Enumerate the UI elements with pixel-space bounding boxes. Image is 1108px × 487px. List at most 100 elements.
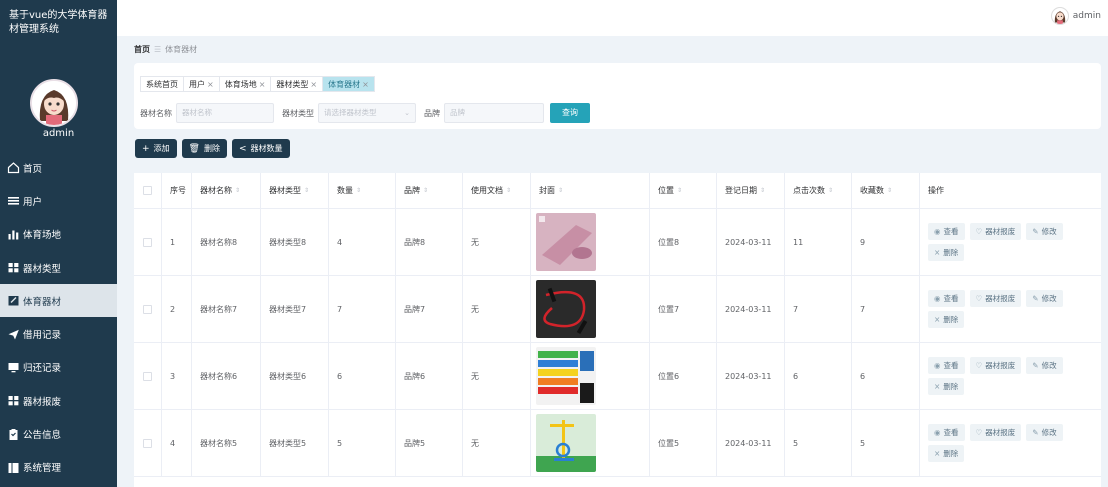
cell-location: 位置6 bbox=[650, 343, 717, 409]
scrap-button[interactable]: ♡ 器材报废 bbox=[969, 424, 1022, 441]
scrap-button[interactable]: ♡ 器材报废 bbox=[969, 357, 1022, 374]
table-row: 4 器材名称5 器材类型5 5 品牌5 无位置5 2024-03-11 5 5 ◉ 查看 ♡ 器材报废 ✎… bbox=[134, 410, 1101, 477]
close-icon[interactable]: × bbox=[362, 80, 369, 89]
header-name[interactable]: 器材名称 ⇕ bbox=[192, 173, 261, 208]
row-checkbox[interactable] bbox=[143, 237, 152, 247]
view-button[interactable]: ◉ 查看 bbox=[928, 223, 965, 240]
sidebar-item-9[interactable]: 系统管理 bbox=[0, 451, 117, 484]
cell-date: 2024-03-11 bbox=[717, 343, 785, 409]
heart-icon: ♡ bbox=[975, 361, 983, 370]
sort-icon: ⇕ bbox=[887, 187, 893, 194]
sidebar-item-1[interactable]: 用户 bbox=[0, 184, 117, 217]
cell-brand-text: 品牌6 bbox=[404, 371, 426, 381]
sidebar-item-7[interactable]: 器材报废 bbox=[0, 384, 117, 417]
sidebar-item-label: 用户 bbox=[23, 196, 43, 208]
cell-index: 2 bbox=[162, 276, 192, 342]
sort-icon: ⇕ bbox=[506, 187, 512, 194]
add-button[interactable]: + 添加 bbox=[135, 139, 177, 158]
cell-qty: 6 bbox=[329, 343, 396, 409]
row-checkbox[interactable] bbox=[143, 304, 152, 314]
cell-qty: 4 bbox=[329, 209, 396, 275]
header-doc[interactable]: 使用文档 ⇕ bbox=[463, 173, 531, 208]
cell-name: 器材名称5 bbox=[192, 410, 261, 476]
sort-icon: ⇕ bbox=[356, 187, 362, 194]
cell-date-text: 2024-03-11 bbox=[725, 438, 772, 448]
sidebar-item-4[interactable]: 体育器材 bbox=[0, 284, 117, 318]
cell-qty-text: 4 bbox=[337, 237, 343, 247]
edit-button[interactable]: ✎ 修改 bbox=[1026, 357, 1063, 374]
edit-button[interactable]: ✎ 修改 bbox=[1026, 290, 1063, 307]
cell-index: 4 bbox=[162, 410, 192, 476]
close-icon[interactable]: × bbox=[259, 80, 266, 89]
select-all-checkbox[interactable] bbox=[143, 186, 152, 195]
cell-favs: 9 bbox=[852, 209, 920, 275]
cell-date-text: 2024-03-11 bbox=[725, 304, 772, 314]
header-clicks[interactable]: 点击次数 ⇕ bbox=[785, 173, 852, 208]
tab-2[interactable]: 体育场地 × bbox=[218, 76, 271, 92]
cell-location-text: 位置6 bbox=[658, 371, 680, 381]
view-button[interactable]: ◉ 查看 bbox=[928, 290, 965, 307]
tab-0[interactable]: 系统首页 bbox=[140, 76, 183, 92]
edit-button[interactable]: ✎ 修改 bbox=[1026, 424, 1063, 441]
equipment-table: 序号 器材名称 ⇕ 器材类型 ⇕ 数量 ⇕ 品牌 ⇕ 使用文档 ⇕ 封面 ⇕ 位置 ⇕ 登记日… bbox=[134, 173, 1101, 487]
share-icon: < bbox=[238, 143, 247, 154]
edit-button[interactable]: ✎ 修改 bbox=[1026, 223, 1063, 240]
edit-icon bbox=[7, 294, 20, 307]
cell-qty: 5 bbox=[329, 410, 396, 476]
tab-1[interactable]: 用户 × bbox=[183, 76, 219, 92]
sidebar-item-0[interactable]: 首页 bbox=[0, 151, 117, 184]
cell-location-text: 位置8 bbox=[658, 237, 680, 247]
user-menu[interactable]: admin bbox=[1050, 7, 1101, 25]
header-qty[interactable]: 数量 ⇕ bbox=[329, 173, 396, 208]
type-select[interactable]: 请选择器材类型 ⌄ bbox=[318, 103, 416, 123]
header-favs[interactable]: 收藏数 ⇕ bbox=[852, 173, 920, 208]
sidebar-item-8[interactable]: 公告信息 bbox=[0, 417, 117, 450]
sort-icon: ⇕ bbox=[828, 187, 834, 194]
ops-cell: ◉ 查看 ♡ 器材报废 ✎ 修改 × 删除 bbox=[920, 343, 1101, 409]
cell-date: 2024-03-11 bbox=[717, 276, 785, 342]
sidebar-item-2[interactable]: 体育场地 bbox=[0, 218, 117, 251]
name-input[interactable]: 器材名称 bbox=[176, 103, 274, 123]
cell-clicks: 7 bbox=[785, 276, 852, 342]
row-checkbox[interactable] bbox=[143, 438, 152, 448]
cell-brand: 品牌5 bbox=[396, 410, 463, 476]
breadcrumb-home[interactable]: 首页 bbox=[134, 44, 150, 55]
view-button[interactable]: ◉ 查看 bbox=[928, 357, 965, 374]
row-delete-button[interactable]: × 删除 bbox=[928, 378, 965, 395]
search-bar: 器材名称 器材名称 器材类型 请选择器材类型 ⌄ 品牌 品牌 查询 bbox=[140, 103, 590, 123]
sidebar-item-3[interactable]: 器材类型 bbox=[0, 251, 117, 284]
cell-name-text: 器材名称5 bbox=[200, 438, 238, 448]
cell-type-text: 器材类型5 bbox=[269, 438, 307, 448]
header-date[interactable]: 登记日期 ⇕ bbox=[717, 173, 785, 208]
tab-3[interactable]: 器材类型 × bbox=[270, 76, 323, 92]
row-delete-button[interactable]: × 删除 bbox=[928, 445, 965, 462]
row-delete-button[interactable]: × 删除 bbox=[928, 244, 965, 261]
tab-4[interactable]: 体育器材 × bbox=[322, 76, 375, 92]
row-delete-button[interactable]: × 删除 bbox=[928, 311, 965, 328]
count-button[interactable]: < 器材数量 bbox=[231, 139, 290, 158]
row-checkbox[interactable] bbox=[143, 371, 152, 381]
close-icon[interactable]: × bbox=[310, 80, 317, 89]
cell-name-text: 器材名称7 bbox=[200, 304, 238, 314]
cell-date-text: 2024-03-11 bbox=[725, 237, 772, 247]
header-brand[interactable]: 品牌 ⇕ bbox=[396, 173, 463, 208]
cover-cell bbox=[531, 276, 650, 342]
brand-input[interactable]: 品牌 bbox=[444, 103, 544, 123]
sidebar-menu: 首页用户体育场地 器材类型 体育器材 借用记录 归还记录 器材报废 公告信息 系统管理 bbox=[0, 151, 117, 484]
cell-index-text: 1 bbox=[170, 237, 176, 247]
sidebar-item-6[interactable]: 归还记录 bbox=[0, 351, 117, 384]
view-button[interactable]: ◉ 查看 bbox=[928, 424, 965, 441]
delete-button[interactable]: 🗑︎ 删除 bbox=[181, 139, 227, 158]
checkbox-cell bbox=[134, 276, 162, 342]
header-location[interactable]: 位置 ⇕ bbox=[650, 173, 717, 208]
sidebar-item-5[interactable]: 借用记录 bbox=[0, 317, 117, 350]
header-type[interactable]: 器材类型 ⇕ bbox=[261, 173, 329, 208]
cell-location-text: 位置7 bbox=[658, 304, 680, 314]
count-button-label: 器材数量 bbox=[250, 144, 283, 153]
scrap-button[interactable]: ♡ 器材报废 bbox=[969, 223, 1022, 240]
close-icon[interactable]: × bbox=[207, 80, 214, 89]
scrap-button[interactable]: ♡ 器材报废 bbox=[969, 290, 1022, 307]
query-button[interactable]: 查询 bbox=[550, 103, 590, 123]
header-cover[interactable]: 封面 ⇕ bbox=[531, 173, 650, 208]
cell-clicks-text: 11 bbox=[793, 237, 804, 247]
